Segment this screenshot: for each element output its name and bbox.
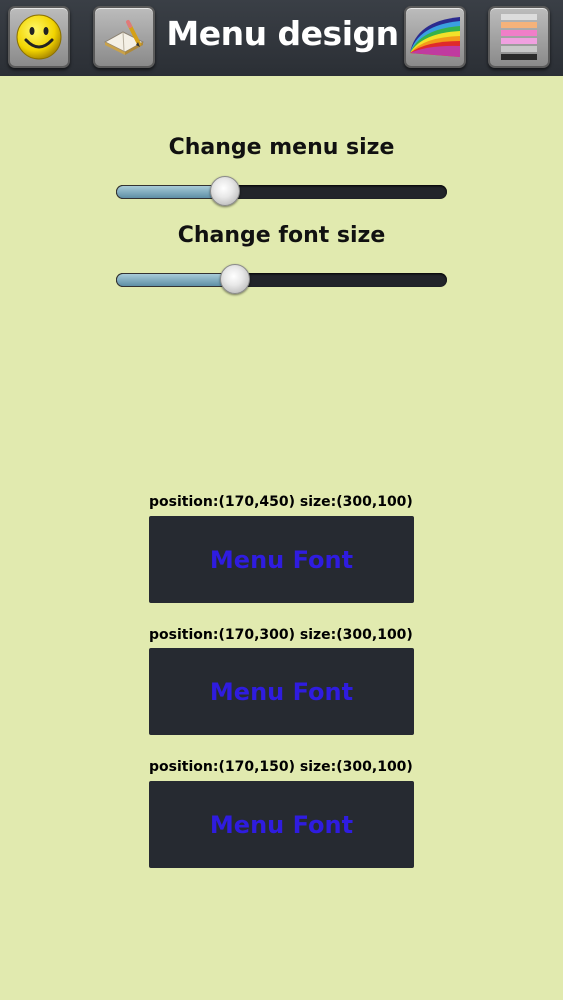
instructions-button[interactable] — [93, 6, 155, 68]
font-size-slider-fill — [116, 273, 236, 287]
menu-preview-button[interactable]: Menu Font — [149, 516, 414, 603]
page-title: Menu design — [166, 14, 399, 53]
menu-position-label: position:(170,300) size:(300,100) — [149, 627, 413, 643]
font-size-slider[interactable] — [116, 264, 447, 294]
menu-size-label: Change menu size — [168, 135, 395, 160]
top-bar: Menu design — [0, 0, 563, 76]
color-stripes-icon — [501, 14, 537, 60]
menu-position-label: position:(170,150) size:(300,100) — [149, 759, 413, 775]
menu-preview-label: Menu Font — [209, 545, 354, 574]
style-button[interactable] — [488, 6, 550, 68]
menu-size-slider-fill — [116, 185, 226, 199]
font-size-slider-thumb[interactable] — [220, 264, 251, 294]
menu-size-slider[interactable] — [116, 176, 447, 206]
smiley-icon — [16, 14, 62, 60]
menu-preview-button[interactable]: Menu Font — [149, 781, 414, 868]
rainbow-icon — [410, 17, 460, 57]
menu-position-label: position:(170,450) size:(300,100) — [149, 494, 413, 510]
menu-size-slider-thumb[interactable] — [210, 176, 241, 206]
menu-preview-label: Menu Font — [209, 677, 354, 706]
font-size-label: Change font size — [177, 223, 386, 248]
book-pencil-icon — [103, 20, 145, 55]
color-button[interactable] — [404, 6, 466, 68]
smiley-button[interactable] — [8, 6, 70, 68]
menu-preview-button[interactable]: Menu Font — [149, 648, 414, 735]
menu-preview-label: Menu Font — [209, 810, 354, 839]
